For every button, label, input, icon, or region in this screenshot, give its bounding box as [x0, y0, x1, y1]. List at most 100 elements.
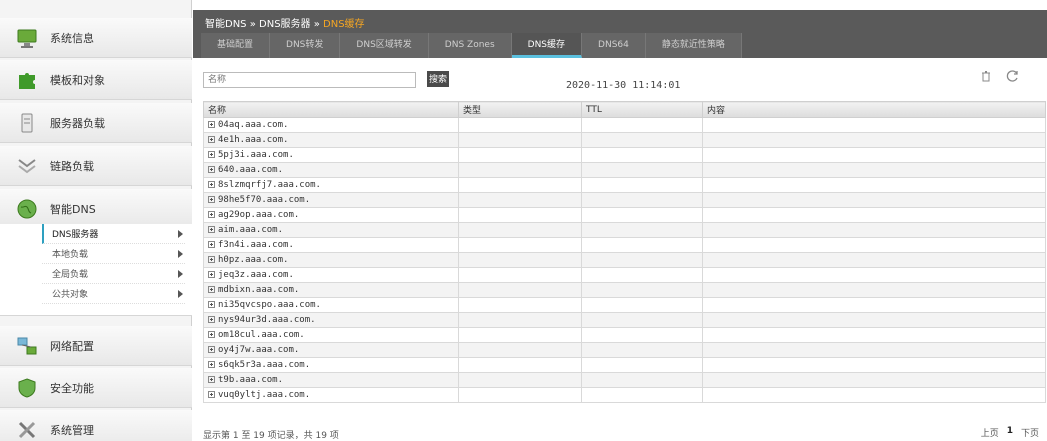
nav-item-system-info[interactable]: 系统信息: [0, 18, 192, 58]
submenu-item-public-objects[interactable]: 公共对象: [42, 284, 185, 304]
monitor-icon: [16, 27, 38, 49]
tab-dns64[interactable]: DNS64: [582, 33, 646, 58]
submenu-item-dns-server[interactable]: DNS服务器: [42, 224, 185, 244]
prev-page-button[interactable]: 上页: [981, 426, 999, 439]
submenu-item-global-load[interactable]: 全局负载: [42, 264, 185, 284]
cell-content: [702, 177, 1046, 193]
expand-icon[interactable]: [208, 286, 215, 293]
column-header-type[interactable]: 类型: [458, 101, 582, 118]
table-row[interactable]: 04aq.aaa.com.: [203, 117, 1046, 133]
table-row[interactable]: jeq3z.aaa.com.: [203, 267, 1046, 283]
current-page: 1: [1006, 426, 1013, 436]
table-row[interactable]: ni35qvcspo.aaa.com.: [203, 297, 1046, 313]
expand-icon[interactable]: [208, 211, 215, 218]
expand-icon[interactable]: [208, 136, 215, 143]
tab-basic-config[interactable]: 基础配置: [201, 33, 271, 58]
expand-icon[interactable]: [208, 346, 215, 353]
table-row[interactable]: 5pj3i.aaa.com.: [203, 147, 1046, 163]
table-row[interactable]: om18cul.aaa.com.: [203, 327, 1046, 343]
domain-name: mdbixn.aaa.com.: [218, 285, 300, 295]
cell-content: [702, 327, 1046, 343]
expand-icon[interactable]: [208, 121, 215, 128]
cell-ttl: [581, 342, 703, 358]
nav-item-templates[interactable]: 模板和对象: [0, 60, 192, 100]
domain-name: t9b.aaa.com.: [218, 375, 284, 385]
column-header-content[interactable]: 内容: [702, 101, 1046, 118]
submenu-item-local-load[interactable]: 本地负载: [42, 244, 185, 264]
table-row[interactable]: h0pz.aaa.com.: [203, 252, 1046, 268]
expand-icon[interactable]: [208, 391, 215, 398]
tab-static-proximity[interactable]: 静态就近性策略: [645, 33, 742, 58]
tab-dns-zone-forward[interactable]: DNS区域转发: [340, 33, 429, 58]
cell-ttl: [581, 132, 703, 148]
table-row[interactable]: nys94ur3d.aaa.com.: [203, 312, 1046, 328]
expand-icon[interactable]: [208, 181, 215, 188]
tab-dns-cache[interactable]: DNS缓存: [511, 33, 583, 58]
table-row[interactable]: 8slzmqrfj7.aaa.com.: [203, 177, 1046, 193]
expand-icon[interactable]: [208, 226, 215, 233]
cell-content: [702, 117, 1046, 133]
cell-name: ni35qvcspo.aaa.com.: [203, 297, 459, 313]
table-row[interactable]: aim.aaa.com.: [203, 222, 1046, 238]
table-row[interactable]: vuq0yltj.aaa.com.: [203, 387, 1046, 403]
expand-icon[interactable]: [208, 196, 215, 203]
table-row[interactable]: 4e1h.aaa.com.: [203, 132, 1046, 148]
expand-icon[interactable]: [208, 256, 215, 263]
cell-type: [458, 357, 582, 373]
next-page-button[interactable]: 下页: [1021, 426, 1039, 439]
expand-icon[interactable]: [208, 376, 215, 383]
nav-item-system-admin[interactable]: 系统管理: [0, 410, 192, 441]
cell-ttl: [581, 387, 703, 403]
nav-item-security[interactable]: 安全功能: [0, 368, 192, 408]
table-row[interactable]: f3n4i.aaa.com.: [203, 237, 1046, 253]
domain-name: ag29op.aaa.com.: [218, 210, 300, 220]
network-icon: [16, 335, 38, 357]
expand-icon[interactable]: [208, 166, 215, 173]
trash-icon[interactable]: [980, 70, 992, 82]
nav-item-link-load[interactable]: 链路负载: [0, 146, 192, 186]
table-row[interactable]: oy4j7w.aaa.com.: [203, 342, 1046, 358]
expand-icon[interactable]: [208, 271, 215, 278]
expand-icon[interactable]: [208, 241, 215, 248]
cell-type: [458, 297, 582, 313]
nav-item-network-config[interactable]: 网络配置: [0, 326, 192, 366]
expand-icon[interactable]: [208, 331, 215, 338]
expand-icon[interactable]: [208, 361, 215, 368]
cell-name: vuq0yltj.aaa.com.: [203, 387, 459, 403]
cell-name: oy4j7w.aaa.com.: [203, 342, 459, 358]
breadcrumb-item-dns-server[interactable]: DNS服务器: [259, 19, 311, 30]
tab-dns-zones[interactable]: DNS Zones: [428, 33, 512, 58]
table-row[interactable]: 98he5f70.aaa.com.: [203, 192, 1046, 208]
expand-icon[interactable]: [208, 316, 215, 323]
cell-name: om18cul.aaa.com.: [203, 327, 459, 343]
header-bar: 智能DNS » DNS服务器 » DNS缓存 基础配置 DNS转发 DNS区域转…: [193, 10, 1047, 58]
tab-dns-forward[interactable]: DNS转发: [270, 33, 341, 58]
nav-item-server-load[interactable]: 服务器负载: [0, 103, 192, 143]
breadcrumb-item-smart-dns[interactable]: 智能DNS: [205, 19, 247, 30]
cell-content: [702, 237, 1046, 253]
expand-icon[interactable]: [208, 301, 215, 308]
domain-name: 4e1h.aaa.com.: [218, 135, 289, 145]
search-button[interactable]: 搜索: [427, 71, 449, 87]
cell-ttl: [581, 177, 703, 193]
refresh-icon[interactable]: [1006, 69, 1020, 83]
search-input[interactable]: [203, 72, 416, 88]
cell-content: [702, 267, 1046, 283]
table-row[interactable]: 640.aaa.com.: [203, 162, 1046, 178]
cell-content: [702, 372, 1046, 388]
table-header-row: 名称 类型 TTL 内容: [203, 101, 1046, 118]
table-row[interactable]: ag29op.aaa.com.: [203, 207, 1046, 223]
table-row[interactable]: t9b.aaa.com.: [203, 372, 1046, 388]
cell-name: nys94ur3d.aaa.com.: [203, 312, 459, 328]
expand-icon[interactable]: [208, 151, 215, 158]
domain-name: aim.aaa.com.: [218, 225, 284, 235]
table-row[interactable]: s6qk5r3a.aaa.com.: [203, 357, 1046, 373]
cell-type: [458, 252, 582, 268]
nav-item-smart-dns[interactable]: 智能DNS: [0, 189, 192, 229]
cell-content: [702, 282, 1046, 298]
column-header-ttl[interactable]: TTL: [581, 101, 703, 118]
cell-ttl: [581, 312, 703, 328]
column-header-name[interactable]: 名称: [203, 101, 459, 118]
cell-content: [702, 207, 1046, 223]
table-row[interactable]: mdbixn.aaa.com.: [203, 282, 1046, 298]
